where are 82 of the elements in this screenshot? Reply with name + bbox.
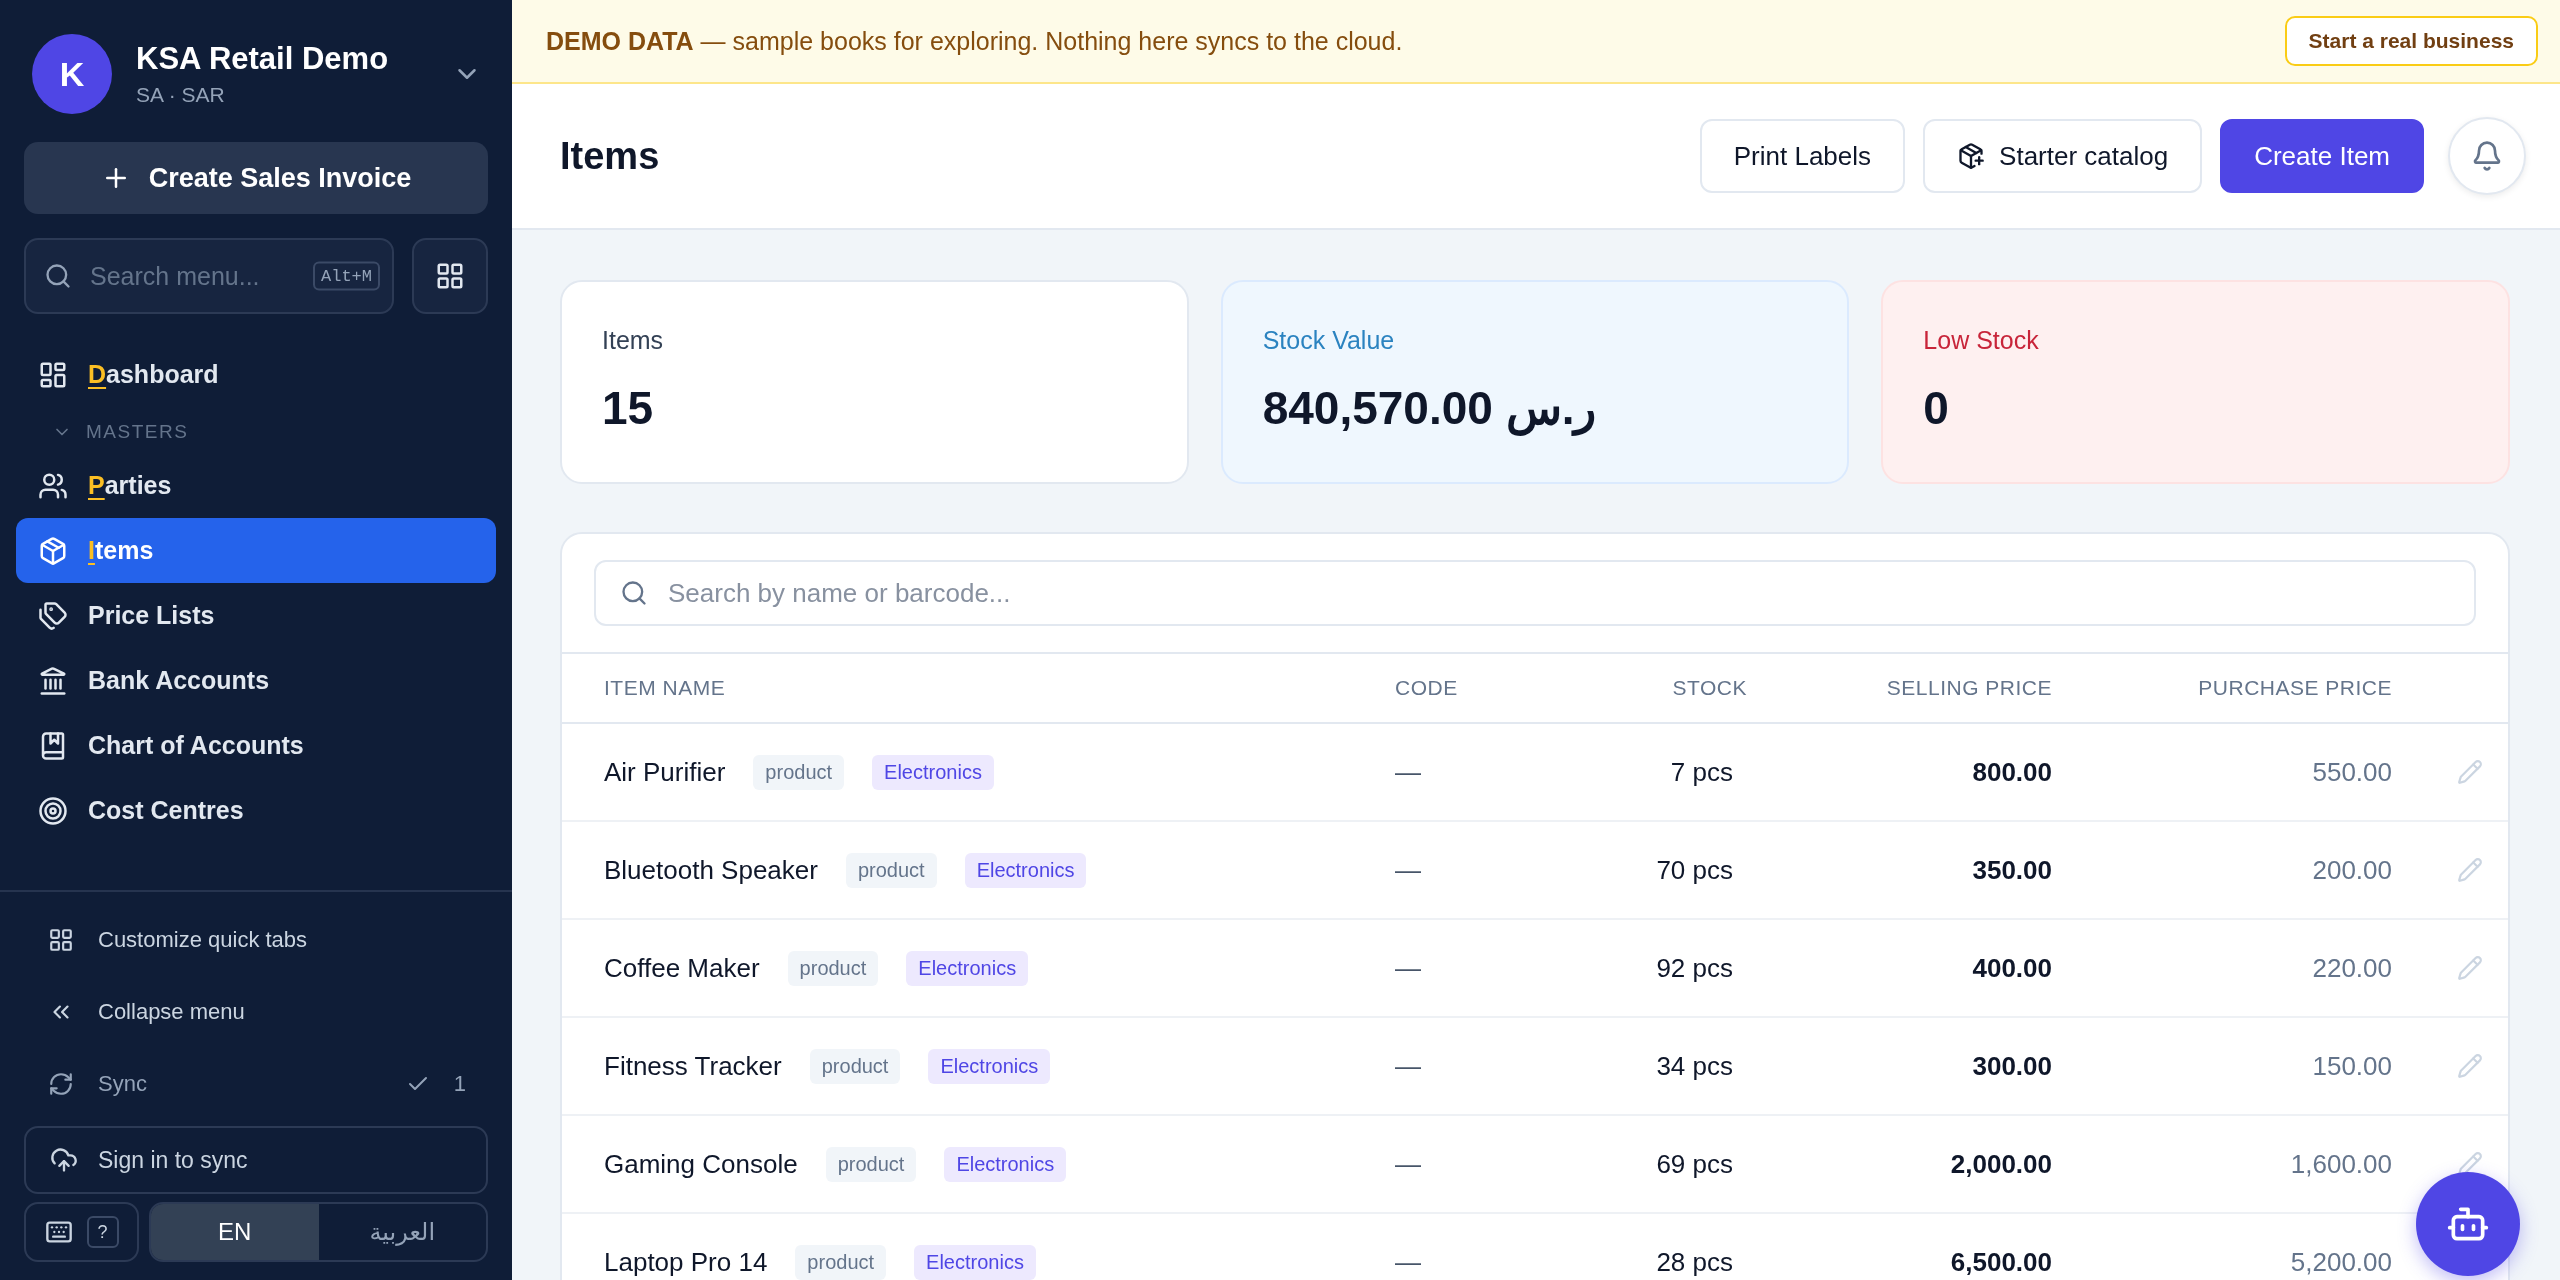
org-avatar: K [32, 34, 112, 114]
item-name: Air Purifier [604, 756, 726, 788]
stock-cell-text: 92 pcs [1655, 952, 1734, 984]
stat-value: 840,570.00 ر.س [1262, 381, 1598, 435]
code-cell-text: — [1395, 1148, 1422, 1180]
category-tag: Electronics [964, 852, 1087, 888]
purchase-price-cell-text: 5,200.00 [2289, 1246, 2392, 1278]
item-name: Gaming Console [604, 1148, 798, 1180]
stat-value: 15 [602, 381, 655, 435]
sync-row[interactable]: Sync 1 [0, 1048, 512, 1120]
purchase-price-cell-text: 220.00 [2311, 952, 2392, 984]
stock-cell-text: 70 pcs [1655, 854, 1734, 886]
type-tag: product [753, 754, 845, 790]
help-button[interactable]: ? [86, 1216, 119, 1248]
column-header: ITEM NAME [604, 676, 727, 700]
language-toggle[interactable]: EN [151, 1204, 319, 1260]
column-header: CODE [1395, 676, 1459, 700]
category-tag: Electronics [906, 950, 1029, 986]
nav-item[interactable]: Bank Accounts [16, 648, 496, 713]
stat-label: Stock Value [1262, 326, 1396, 355]
item-name: Laptop Pro 14 [604, 1246, 768, 1278]
stock-cell-text: 69 pcs [1655, 1148, 1734, 1180]
stock-cell-text: 7 pcs [1669, 756, 1734, 788]
stat-label: Items [602, 326, 665, 355]
type-tag: product [795, 1244, 887, 1280]
code-cell-text: — [1395, 854, 1422, 886]
purchase-price-cell-text: 550.00 [2311, 756, 2392, 788]
sync-count: 1 [453, 1071, 466, 1097]
column-header: PURCHASE PRICE [2197, 676, 2392, 700]
selling-price-cell-text: 800.00 [1971, 756, 2052, 788]
org-name: KSA Retail Demo [136, 41, 390, 77]
nav-item[interactable]: Price Lists [16, 583, 496, 648]
category-tag: Electronics [872, 754, 994, 790]
category-tag: Electronics [944, 1146, 1067, 1182]
stock-cell-text: 34 pcs [1655, 1050, 1734, 1082]
shortcut-hint: Alt+M [313, 261, 380, 291]
org-subtitle: SA · SAR [136, 83, 226, 107]
purchase-price-cell-text: 1,600.00 [2289, 1148, 2392, 1180]
item-name: Fitness Tracker [604, 1050, 782, 1082]
header-button[interactable]: Create Item [2220, 119, 2424, 193]
sidebar-link[interactable]: Customize quick tabs [0, 904, 512, 976]
code-cell-text: — [1395, 1050, 1422, 1082]
selling-price-cell-text: 350.00 [1971, 854, 2052, 886]
header-button[interactable]: Print Labels [1699, 119, 1906, 193]
code-cell-text: — [1395, 756, 1422, 788]
selling-price-cell-text: 400.00 [1971, 952, 2052, 984]
type-tag: product [825, 1146, 917, 1182]
nav-item[interactable]: Cost Centres [16, 778, 496, 843]
nav-item[interactable]: Parties [16, 453, 496, 518]
category-tag: Electronics [914, 1244, 1036, 1280]
selling-price-cell-text: 6,500.00 [1949, 1246, 2052, 1278]
selling-price-cell-text: 2,000.00 [1949, 1148, 2052, 1180]
item-name: Coffee Maker [604, 952, 760, 984]
sync-label: Sync [98, 1071, 147, 1097]
column-header: STOCK [1671, 676, 1747, 700]
sign-in-button[interactable]: Sign in to sync [24, 1126, 488, 1194]
page-title: Items [560, 134, 661, 178]
type-tag: product [787, 950, 879, 986]
purchase-price-cell-text: 200.00 [2311, 854, 2392, 886]
start-business-button[interactable]: Start a real business [2284, 16, 2538, 66]
demo-banner-text: DEMO DATA — sample books for exploring. Nothing here syncs to the cloud. [546, 26, 1404, 56]
item-name: Bluetooth Speaker [604, 854, 818, 886]
nav-item[interactable]: Dashboard [16, 342, 496, 407]
type-tag: product [809, 1048, 901, 1084]
type-tag: product [845, 852, 937, 888]
language-toggle[interactable]: العربية [318, 1204, 486, 1260]
nav-item[interactable]: Chart of Accounts [16, 713, 496, 778]
header-button[interactable]: Starter catalog [1923, 119, 2203, 193]
category-tag: Electronics [928, 1048, 1051, 1084]
selling-price-cell-text: 300.00 [1971, 1050, 2052, 1082]
stock-cell-text: 28 pcs [1655, 1246, 1734, 1278]
code-cell-text: — [1395, 1246, 1422, 1278]
purchase-price-cell-text: 150.00 [2311, 1050, 2392, 1082]
code-cell-text: — [1395, 952, 1422, 984]
stat-label: Low Stock [1923, 326, 2040, 355]
sidebar-link[interactable]: Collapse menu [0, 976, 512, 1048]
section-title: MASTERS [86, 421, 189, 443]
item-search-field[interactable]: Search by name or barcode... [594, 560, 2476, 626]
create-sales-invoice-button[interactable]: Create Sales Invoice [24, 142, 488, 214]
stat-value: 0 [1923, 381, 1950, 435]
column-header: SELLING PRICE [1885, 676, 2052, 700]
nav-item[interactable]: Items [16, 518, 496, 583]
